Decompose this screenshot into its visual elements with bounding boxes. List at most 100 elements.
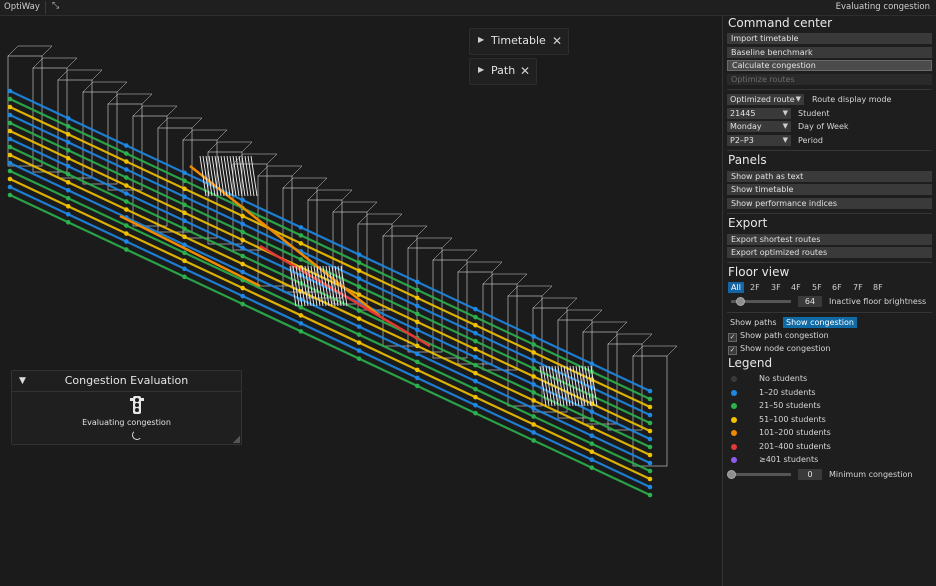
route-node bbox=[589, 441, 595, 447]
room-edge bbox=[566, 297, 578, 309]
floor-tab-6f[interactable]: 6F bbox=[832, 283, 842, 292]
route-node bbox=[647, 420, 653, 426]
show-performance-indices-button[interactable]: Show performance indices bbox=[727, 198, 932, 209]
route-node bbox=[531, 398, 536, 403]
route-node bbox=[65, 195, 71, 201]
route-node bbox=[182, 258, 187, 264]
route-node bbox=[414, 359, 420, 365]
stairwell bbox=[542, 365, 550, 407]
expand-arrow-icon[interactable]: ▶ bbox=[478, 35, 484, 44]
close-icon[interactable]: ✕ bbox=[552, 34, 562, 48]
floor-tab-4f[interactable]: 4F bbox=[791, 283, 801, 292]
route-node bbox=[647, 468, 653, 474]
room-edge bbox=[532, 297, 544, 309]
stairwell bbox=[241, 155, 249, 197]
export-shortest-routes-button[interactable]: Export shortest routes bbox=[727, 234, 932, 245]
stairwell bbox=[235, 155, 243, 197]
student-select[interactable]: 21445 ▼ bbox=[727, 108, 791, 119]
route-node bbox=[240, 221, 246, 227]
close-icon[interactable]: ✕ bbox=[520, 64, 530, 78]
show-path-as-text-button[interactable]: Show path as text bbox=[727, 171, 932, 182]
congested-path bbox=[119, 214, 261, 288]
calculate-congestion-button[interactable]: Calculate congestion bbox=[727, 60, 932, 71]
check-icon: ✓ bbox=[728, 346, 737, 355]
expand-icon[interactable]: ⤡ bbox=[52, 1, 59, 11]
route-node bbox=[473, 378, 478, 384]
check-icon: ✓ bbox=[728, 333, 737, 342]
baseline-benchmark-button[interactable]: Baseline benchmark bbox=[727, 47, 932, 58]
brightness-value[interactable]: 64 bbox=[798, 296, 822, 307]
room-edge bbox=[191, 117, 203, 129]
route-node bbox=[647, 436, 653, 442]
route-display-mode-select[interactable]: Optimized route ▼ bbox=[727, 94, 804, 105]
expand-arrow-icon[interactable]: ▶ bbox=[478, 65, 484, 74]
route-node bbox=[65, 171, 71, 177]
resize-grip-icon[interactable] bbox=[233, 436, 240, 443]
legend-dot bbox=[731, 444, 737, 450]
route-node bbox=[647, 428, 653, 434]
room-edge bbox=[391, 213, 403, 225]
min-congestion-slider-knob[interactable] bbox=[727, 470, 736, 479]
floor-tab-8f[interactable]: 8F bbox=[873, 283, 883, 292]
route-node bbox=[298, 241, 304, 246]
route-node bbox=[414, 295, 420, 301]
3d-viewport[interactable]: ▶ Timetable ✕ ▶ Path ✕ ▼ Congestion Eval… bbox=[0, 16, 722, 586]
route-node bbox=[124, 191, 129, 196]
route-node bbox=[531, 342, 536, 347]
show-congestion-toggle[interactable]: Show congestion bbox=[783, 317, 857, 328]
min-congestion-slider[interactable] bbox=[731, 473, 791, 476]
route-node bbox=[414, 303, 420, 309]
floor-tab-2f[interactable]: 2F bbox=[750, 283, 760, 292]
room-edge bbox=[357, 213, 369, 225]
path-panel-tab[interactable]: ▶ Path ✕ bbox=[469, 58, 537, 85]
route-node bbox=[298, 233, 304, 238]
route-node bbox=[647, 404, 653, 410]
brightness-label: Inactive floor brightness bbox=[829, 297, 927, 306]
panel-header[interactable]: ▼ Congestion Evaluation bbox=[12, 371, 241, 392]
route-node bbox=[589, 465, 595, 471]
route-node bbox=[124, 167, 129, 172]
show-node-congestion-checkbox[interactable]: ✓ Show node congestion bbox=[728, 344, 831, 355]
floor-tab-5f[interactable]: 5F bbox=[812, 283, 822, 292]
route-node bbox=[240, 269, 246, 275]
panels-title: Panels bbox=[728, 153, 767, 167]
brightness-slider-knob[interactable] bbox=[736, 297, 745, 306]
route-node bbox=[240, 237, 246, 243]
optimize-routes-button: Optimize routes bbox=[727, 74, 932, 85]
room-edge bbox=[182, 129, 194, 141]
building-3d-view[interactable] bbox=[0, 16, 722, 586]
show-path-congestion-checkbox[interactable]: ✓ Show path congestion bbox=[728, 331, 829, 342]
route-node bbox=[473, 370, 478, 376]
floor-view-title: Floor view bbox=[728, 265, 790, 279]
show-timetable-button[interactable]: Show timetable bbox=[727, 184, 932, 195]
chevron-down-icon: ▼ bbox=[782, 109, 788, 117]
day-of-week-select[interactable]: Monday ▼ bbox=[727, 121, 791, 132]
import-timetable-button[interactable]: Import timetable bbox=[727, 33, 932, 44]
route-node bbox=[240, 253, 246, 259]
room-edge bbox=[166, 105, 178, 117]
period-select[interactable]: P2–P3 ▼ bbox=[727, 135, 791, 146]
route-node bbox=[7, 152, 13, 158]
route-node bbox=[182, 234, 187, 240]
congested-path bbox=[259, 244, 431, 348]
route-node bbox=[356, 316, 362, 321]
route-node bbox=[531, 438, 536, 443]
min-congestion-value[interactable]: 0 bbox=[798, 469, 822, 480]
route-node bbox=[182, 202, 187, 208]
show-paths-toggle[interactable]: Show paths bbox=[730, 317, 776, 328]
route-node bbox=[531, 406, 536, 411]
export-optimized-routes-button[interactable]: Export optimized routes bbox=[727, 247, 932, 258]
floor-tab-all[interactable]: All bbox=[728, 282, 744, 293]
route-node bbox=[647, 492, 653, 498]
room-edge bbox=[107, 93, 119, 105]
route-node bbox=[589, 409, 595, 415]
route-node bbox=[414, 287, 420, 293]
timetable-panel-tab[interactable]: ▶ Timetable ✕ bbox=[469, 28, 569, 55]
route-node bbox=[182, 226, 187, 232]
floor-tab-3f[interactable]: 3F bbox=[771, 283, 781, 292]
day-of-week-value: Monday bbox=[730, 122, 762, 131]
floor-tab-7f[interactable]: 7F bbox=[853, 283, 863, 292]
room-edge bbox=[116, 81, 128, 93]
room-edge bbox=[466, 249, 478, 261]
route-node bbox=[65, 139, 71, 145]
